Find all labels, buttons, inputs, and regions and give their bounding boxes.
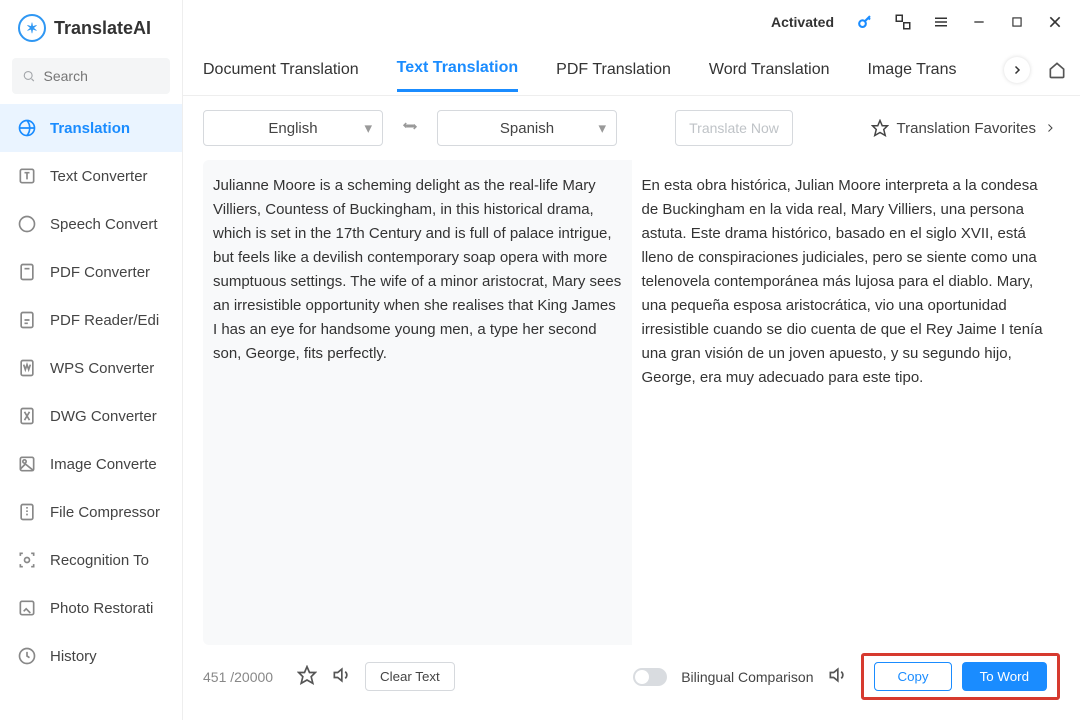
swap-languages-icon[interactable]: [401, 117, 419, 140]
tab-image-translation[interactable]: Image Trans: [868, 49, 957, 91]
photo-restore-icon: [16, 597, 38, 619]
screenshot-icon[interactable]: [892, 11, 914, 33]
sidebar-item-label: Image Converte: [50, 456, 157, 473]
menu-icon[interactable]: [930, 11, 952, 33]
sidebar-item-wps-converter[interactable]: WPS Converter: [0, 344, 182, 392]
sidebar-item-label: Speech Convert: [50, 216, 158, 233]
main: Activated Document Translation Text Tran…: [183, 0, 1080, 720]
sidebar-item-label: File Compressor: [50, 504, 160, 521]
recognition-icon: [16, 549, 38, 571]
minimize-icon[interactable]: [968, 11, 990, 33]
wps-icon: [16, 357, 38, 379]
search-icon: [22, 68, 36, 84]
text-converter-icon: [16, 165, 38, 187]
chevron-down-icon: ▾: [364, 119, 372, 137]
footer: 451 /20000 Clear Text Bilingual Comparis…: [183, 645, 1080, 720]
pdf-reader-icon: [16, 309, 38, 331]
search-box[interactable]: [12, 58, 170, 94]
tab-pdf-translation[interactable]: PDF Translation: [556, 49, 671, 91]
sidebar-item-label: DWG Converter: [50, 408, 157, 425]
dwg-icon: [16, 405, 38, 427]
sidebar-item-recognition[interactable]: Recognition To: [0, 536, 182, 584]
bilingual-label: Bilingual Comparison: [681, 669, 813, 685]
sidebar-item-speech-convert[interactable]: Speech Convert: [0, 200, 182, 248]
translation-favorites-button[interactable]: Translation Favorites: [871, 119, 1061, 137]
compressor-icon: [16, 501, 38, 523]
chevron-down-icon: ▾: [598, 119, 606, 137]
copy-button[interactable]: Copy: [874, 662, 951, 691]
speech-icon: [16, 213, 38, 235]
source-language-select[interactable]: English ▾: [203, 110, 383, 146]
speaker-source-icon[interactable]: [331, 665, 351, 688]
sidebar-item-label: Recognition To: [50, 552, 149, 569]
sidebar-item-label: WPS Converter: [50, 360, 154, 377]
translation-icon: [16, 117, 38, 139]
sidebar: ✶ TranslateAI Translation Text Converter…: [0, 0, 183, 720]
sidebar-item-text-converter[interactable]: Text Converter: [0, 152, 182, 200]
app-logo-icon: ✶: [18, 14, 46, 42]
activation-status: Activated: [771, 14, 834, 30]
maximize-icon[interactable]: [1006, 11, 1028, 33]
search-input[interactable]: [44, 68, 161, 84]
target-language-select[interactable]: Spanish ▾: [437, 110, 617, 146]
chevron-right-icon: [1044, 122, 1056, 134]
sidebar-item-label: History: [50, 648, 97, 665]
target-language-label: Spanish: [500, 120, 554, 137]
pdf-converter-icon: [16, 261, 38, 283]
source-language-label: English: [268, 120, 317, 137]
sidebar-item-file-compressor[interactable]: File Compressor: [0, 488, 182, 536]
titlebar: Activated: [183, 0, 1080, 44]
tabs: Document Translation Text Translation PD…: [183, 44, 1080, 96]
star-icon: [871, 119, 889, 137]
sidebar-item-pdf-reader[interactable]: PDF Reader/Edi: [0, 296, 182, 344]
translation-panes: Julianne Moore is a scheming delight as …: [183, 160, 1080, 645]
sidebar-item-history[interactable]: History: [0, 632, 182, 680]
favorites-label: Translation Favorites: [897, 120, 1037, 137]
history-icon: [16, 645, 38, 667]
tab-text-translation[interactable]: Text Translation: [397, 47, 519, 92]
sidebar-item-label: Translation: [50, 120, 130, 137]
translate-now-button[interactable]: Translate Now: [675, 110, 793, 146]
sidebar-item-label: PDF Converter: [50, 264, 150, 281]
favorite-star-icon[interactable]: [297, 665, 317, 688]
tabs-scroll-right[interactable]: [1004, 57, 1030, 83]
export-actions-highlight: Copy To Word: [861, 653, 1060, 700]
image-converter-icon: [16, 453, 38, 475]
key-icon[interactable]: [854, 11, 876, 33]
sidebar-item-label: Text Converter: [50, 168, 148, 185]
source-text-pane[interactable]: Julianne Moore is a scheming delight as …: [203, 160, 632, 645]
language-row: English ▾ Spanish ▾ Translate Now Transl…: [183, 96, 1080, 160]
home-icon[interactable]: [1044, 57, 1070, 83]
bilingual-toggle[interactable]: [633, 668, 667, 686]
sidebar-item-label: Photo Restorati: [50, 600, 153, 617]
tab-document-translation[interactable]: Document Translation: [203, 49, 359, 91]
char-count: 451 /20000: [203, 669, 283, 685]
tab-word-translation[interactable]: Word Translation: [709, 49, 830, 91]
close-icon[interactable]: [1044, 11, 1066, 33]
sidebar-item-dwg-converter[interactable]: DWG Converter: [0, 392, 182, 440]
clear-text-button[interactable]: Clear Text: [365, 662, 455, 691]
sidebar-item-image-converter[interactable]: Image Converte: [0, 440, 182, 488]
to-word-button[interactable]: To Word: [962, 662, 1047, 691]
sidebar-item-photo-restoration[interactable]: Photo Restorati: [0, 584, 182, 632]
speaker-target-icon[interactable]: [827, 665, 847, 688]
sidebar-item-translation[interactable]: Translation: [0, 104, 182, 152]
app-logo: ✶ TranslateAI: [0, 0, 182, 54]
sidebar-item-pdf-converter[interactable]: PDF Converter: [0, 248, 182, 296]
app-name: TranslateAI: [54, 18, 151, 39]
target-text-pane: En esta obra histórica, Julian Moore int…: [632, 160, 1061, 645]
sidebar-item-label: PDF Reader/Edi: [50, 312, 159, 329]
